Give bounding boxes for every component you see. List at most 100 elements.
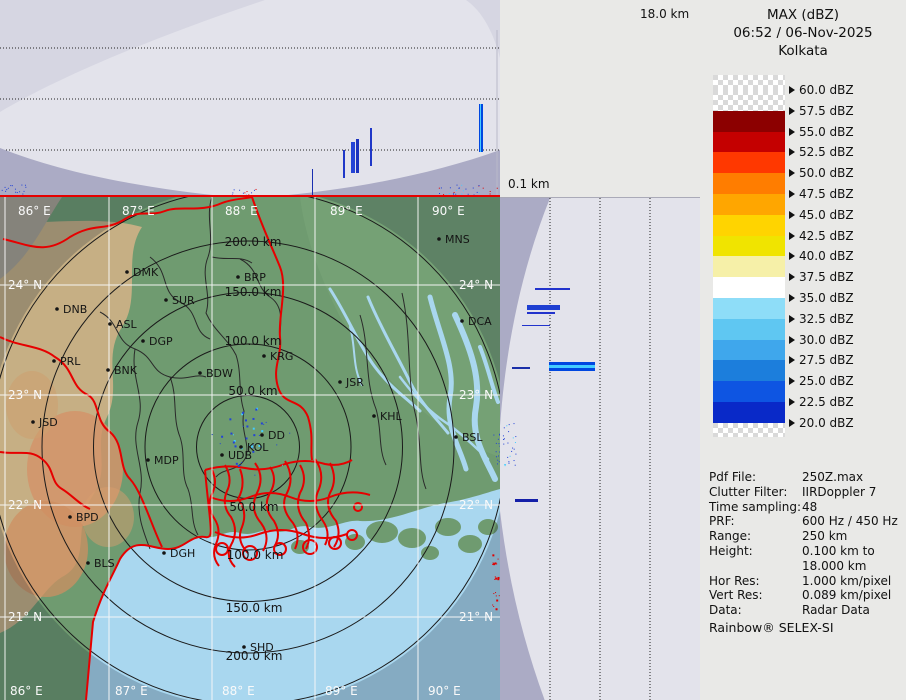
svg-text:24° N: 24° N [459,278,493,292]
legend-entry: 30.0 dBZ [789,332,854,348]
svg-text:90° E: 90° E [432,204,465,218]
site-name: Kolkata [700,42,906,60]
station-dot [460,319,464,323]
station-dot [68,515,72,519]
legend-entry: 57.5 dBZ [789,103,854,119]
echo-column [480,104,481,152]
echo-column [312,169,313,196]
radar-map: 86° E87° E88° E89° E90° E86° E87° E88° E… [0,197,500,700]
info-row: PRF: 600 Hz / 450 Hz [709,514,904,529]
dbz-threshold-label: 60.0 dBZ [799,83,854,97]
tick-arrow-icon [789,232,795,240]
svg-text:22° N: 22° N [459,498,493,512]
colorbar-band [713,152,785,173]
dbz-colorbar [713,75,785,437]
tick-arrow-icon [789,377,795,385]
station-dot [106,368,110,372]
legend-entry: 35.0 dBZ [789,290,854,306]
colorbar-band [713,360,785,381]
info-value: IIRDoppler 7 [802,485,876,499]
tick-arrow-icon [789,86,795,94]
top-cross-section-graphic [0,0,500,197]
info-value: 250Z.max [802,470,863,484]
station-dot [108,322,112,326]
colorbar-band [713,381,785,402]
legend-entry: 55.0 dBZ [789,124,854,140]
station-label: KRG [270,350,293,363]
info-row: Data:Radar Data [709,603,904,618]
svg-text:87° E: 87° E [115,684,148,698]
colorbar-band [713,90,785,111]
dbz-threshold-label: 32.5 dBZ [799,312,854,326]
svg-text:24° N: 24° N [8,278,42,292]
svg-text:89° E: 89° E [330,204,363,218]
info-value: 18.000 km [802,559,866,573]
colorbar-band [713,423,785,437]
info-label: PRF: [709,514,735,528]
svg-text:150.0 km: 150.0 km [225,285,282,299]
station-dot [437,237,441,241]
colorbar-band [713,75,785,90]
tick-arrow-icon [789,107,795,115]
echo-column [370,128,372,166]
tick-arrow-icon [789,336,795,344]
legend-entry: 40.0 dBZ [789,248,854,264]
station-label: BPD [76,511,99,524]
svg-text:86° E: 86° E [18,204,51,218]
station-dot [260,433,264,437]
info-row: Range:250 km [709,529,904,544]
station-label: ASL [116,318,138,331]
station-label: DMK [133,266,159,279]
info-row: Vert Res:0.089 km/pixel [709,588,904,603]
info-label: Time sampling: [709,500,801,514]
svg-text:150.0 km: 150.0 km [226,601,283,615]
echo-row [535,288,570,290]
station-label: BDW [206,367,233,380]
colorbar-band [713,298,785,319]
info-value: 250 km [802,529,847,543]
info-value: 0.089 km/pixel [802,588,891,602]
station-label: BSL [462,431,483,444]
info-row: Clutter Filter:IIRDoppler 7 [709,485,904,500]
station-dot [125,270,129,274]
dbz-threshold-label: 52.5 dBZ [799,145,854,159]
dbz-threshold-label: 35.0 dBZ [799,291,854,305]
station-label: DD [268,429,285,442]
colorbar-band [713,111,785,132]
station-dot [52,359,56,363]
product-name: MAX (dBZ) [700,6,906,24]
legend-entry: 45.0 dBZ [789,207,854,223]
echo-row [527,312,555,314]
legend-entry: 47.5 dBZ [789,186,854,202]
tick-arrow-icon [789,190,795,198]
tick-arrow-icon [789,398,795,406]
legend-entry: 37.5 dBZ [789,269,854,285]
svg-text:21° N: 21° N [459,610,493,624]
info-value: 48 [802,500,817,514]
echo-row [515,499,538,502]
colorbar-band [713,194,785,215]
echo-column [343,150,345,178]
dbz-threshold-label: 27.5 dBZ [799,353,854,367]
dbz-threshold-label: 25.0 dBZ [799,374,854,388]
station-dot [454,435,458,439]
colorbar-band [713,132,785,153]
info-value: 600 Hz / 450 Hz [802,514,898,528]
station-dot [372,414,376,418]
echo-column [356,139,359,173]
colorbar-band [713,340,785,361]
station-label: UDB [228,449,252,462]
station-label: PRL [60,355,81,368]
radar-display-window: 86° E87° E88° E89° E90° E86° E87° E88° E… [0,0,906,700]
tick-arrow-icon [789,211,795,219]
station-dot [86,561,90,565]
dbz-threshold-label: 40.0 dBZ [799,249,854,263]
bottom-height-label: 0.1 km [508,177,550,191]
svg-text:22° N: 22° N [8,498,42,512]
echo-row [512,367,530,369]
info-label: Pdf File: [709,470,756,484]
svg-text:50.0 km: 50.0 km [229,500,278,514]
svg-text:50.0 km: 50.0 km [228,384,277,398]
info-label: Height: [709,544,753,558]
legend-entry: 42.5 dBZ [789,228,854,244]
